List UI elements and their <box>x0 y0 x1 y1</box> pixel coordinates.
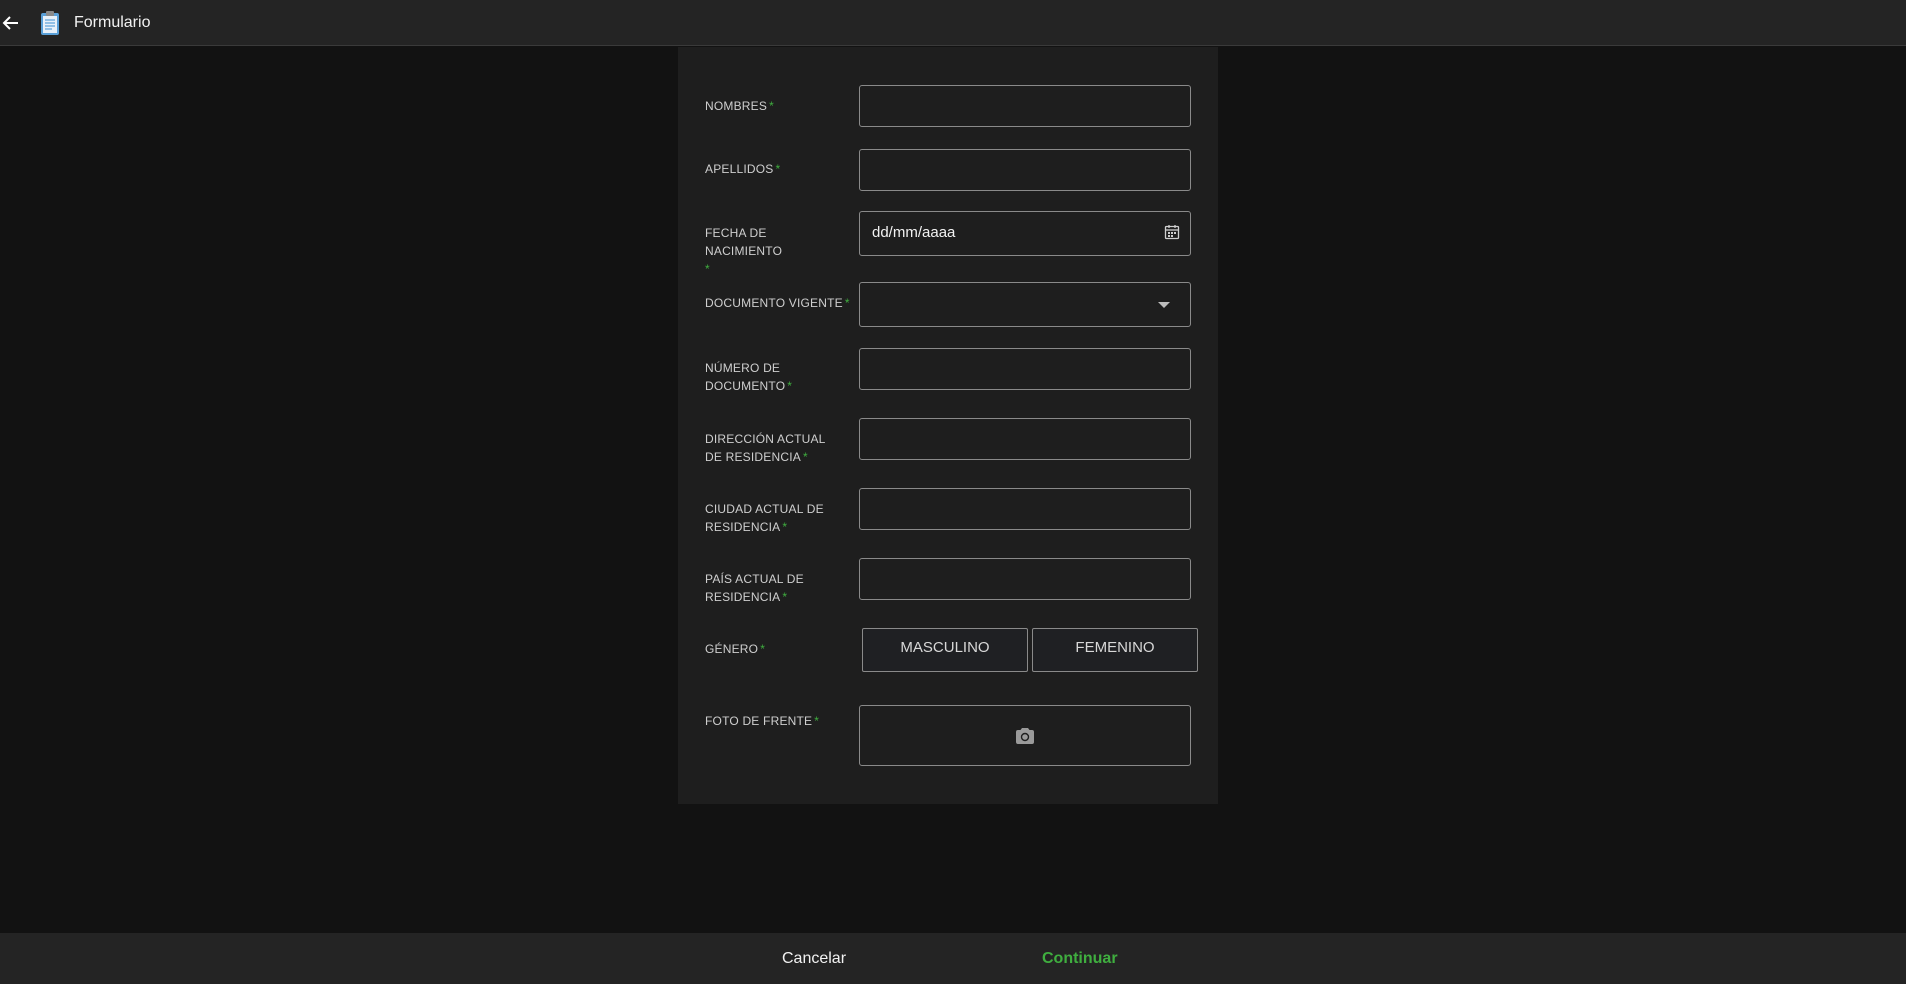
documento-vigente-label: DOCUMENTO VIGENTE * <box>705 296 850 310</box>
pais-field[interactable] <box>859 558 1191 600</box>
pais-label: PAÍS ACTUAL DE RESIDENCIA * <box>705 572 804 604</box>
continue-button[interactable]: Continuar <box>1042 950 1118 968</box>
numero-documento-input[interactable] <box>860 349 1190 389</box>
camera-icon <box>1016 727 1034 744</box>
direccion-field[interactable] <box>859 418 1191 460</box>
calendar-icon[interactable] <box>1164 224 1180 240</box>
apellidos-field[interactable] <box>859 149 1191 191</box>
app-header: Formulario <box>0 0 1906 46</box>
arrow-left-icon <box>2 15 18 30</box>
apellidos-label: APELLIDOS * <box>705 162 781 176</box>
fecha-nacimiento-value: dd/mm/aaaa <box>872 224 956 241</box>
numero-documento-field[interactable] <box>859 348 1191 390</box>
ciudad-label: CIUDAD ACTUAL DE RESIDENCIA * <box>705 502 824 534</box>
fecha-nacimiento-field[interactable]: dd/mm/aaaa <box>859 211 1191 256</box>
cancel-button[interactable]: Cancelar <box>782 950 846 968</box>
direccion-input[interactable] <box>860 419 1190 459</box>
back-button[interactable] <box>0 12 22 34</box>
genero-femenino-button[interactable]: FEMENINO <box>1032 628 1198 672</box>
genero-masculino-button[interactable]: MASCULINO <box>862 628 1028 672</box>
foto-frente-label: FOTO DE FRENTE * <box>705 714 820 728</box>
numero-documento-label: NÚMERO DE DOCUMENTO * <box>705 361 793 393</box>
genero-toggle-group: MASCULINO FEMENINO <box>678 628 1218 672</box>
nombres-input[interactable] <box>860 86 1190 126</box>
foto-frente-upload[interactable] <box>859 705 1191 766</box>
footer-bar: Cancelar Continuar <box>0 933 1906 984</box>
clipboard-icon <box>39 10 61 36</box>
ciudad-input[interactable] <box>860 489 1190 529</box>
ciudad-field[interactable] <box>859 488 1191 530</box>
fecha-nacimiento-label: FECHA DE NACIMIENTO * <box>705 226 783 276</box>
pais-input[interactable] <box>860 559 1190 599</box>
chevron-down-icon <box>1158 302 1170 308</box>
documento-vigente-select[interactable] <box>859 282 1191 327</box>
page-title: Formulario <box>74 13 151 31</box>
direccion-label: DIRECCIÓN ACTUAL DE RESIDENCIA * <box>705 432 826 464</box>
nombres-field[interactable] <box>859 85 1191 127</box>
apellidos-input[interactable] <box>860 150 1190 190</box>
form-panel: NOMBRES * APELLIDOS * FECHA DE NACIMIENTO *… <box>678 47 1218 804</box>
nombres-label: NOMBRES * <box>705 99 774 113</box>
